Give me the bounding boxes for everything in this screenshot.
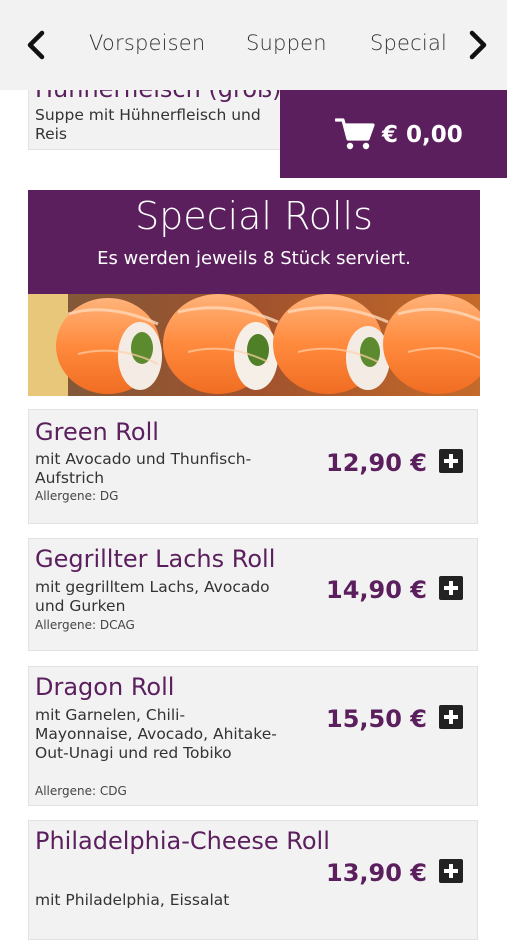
item-allergens: Allergene: CDG [35, 784, 127, 798]
item-description: mit Avocado und Thunfisch-Aufstrich [35, 450, 252, 487]
item-description: mit gegrilltem Lachs, Avocado und Gurken [35, 578, 270, 615]
item-description: Suppe mit Hühnerfleisch und Reis [35, 106, 261, 143]
shopping-cart-icon [335, 118, 375, 150]
item-description: mit Garnelen, Chili-Mayonnaise, Avocado,… [35, 706, 277, 762]
item-allergens: Allergene: DG [35, 489, 119, 503]
chevron-right-icon[interactable] [466, 30, 490, 60]
menu-item-card: Dragon Roll mit Garnelen, Chili-Mayonnai… [28, 666, 478, 806]
tab-special[interactable]: Special [370, 31, 447, 55]
menu-item-card: Gegrillter Lachs Roll mit gegrilltem Lac… [28, 538, 478, 651]
cart-total: € 0,00 [382, 122, 463, 148]
add-to-cart-button[interactable] [439, 576, 463, 600]
item-allergens: Allergene: DCAG [35, 618, 135, 632]
item-title: Philadelphia-Cheese Roll [35, 827, 330, 855]
add-to-cart-button[interactable] [439, 449, 463, 473]
item-title: Gegrillter Lachs Roll [35, 545, 276, 573]
add-to-cart-button[interactable] [439, 705, 463, 729]
chevron-left-icon[interactable] [24, 30, 48, 60]
item-description: mit Philadelphia, Eissalat [35, 891, 230, 909]
item-price: 14,90 € [326, 576, 427, 604]
section-header: Special Rolls Es werden jeweils 8 Stück … [28, 190, 480, 294]
menu-item-card: Philadelphia-Cheese Roll mit Philadelphi… [28, 820, 478, 940]
category-nav: Vorspeisen Suppen Special [0, 0, 507, 90]
section-image [28, 294, 480, 396]
section-title: Special Rolls [135, 194, 373, 238]
item-price: 12,90 € [326, 449, 427, 477]
cart-button[interactable]: € 0,00 [280, 90, 507, 178]
item-price: 15,50 € [326, 705, 427, 733]
page-edge [500, 180, 507, 900]
item-title: Dragon Roll [35, 673, 175, 701]
section-subtitle: Es werden jeweils 8 Stück serviert. [97, 248, 411, 269]
menu-item-card: Green Roll mit Avocado und Thunfisch-Auf… [28, 409, 478, 524]
item-price: 13,90 € [326, 859, 427, 887]
tab-vorspeisen[interactable]: Vorspeisen [89, 31, 205, 55]
add-to-cart-button[interactable] [439, 859, 463, 883]
tab-suppen[interactable]: Suppen [246, 31, 327, 55]
item-title: Green Roll [35, 418, 159, 446]
